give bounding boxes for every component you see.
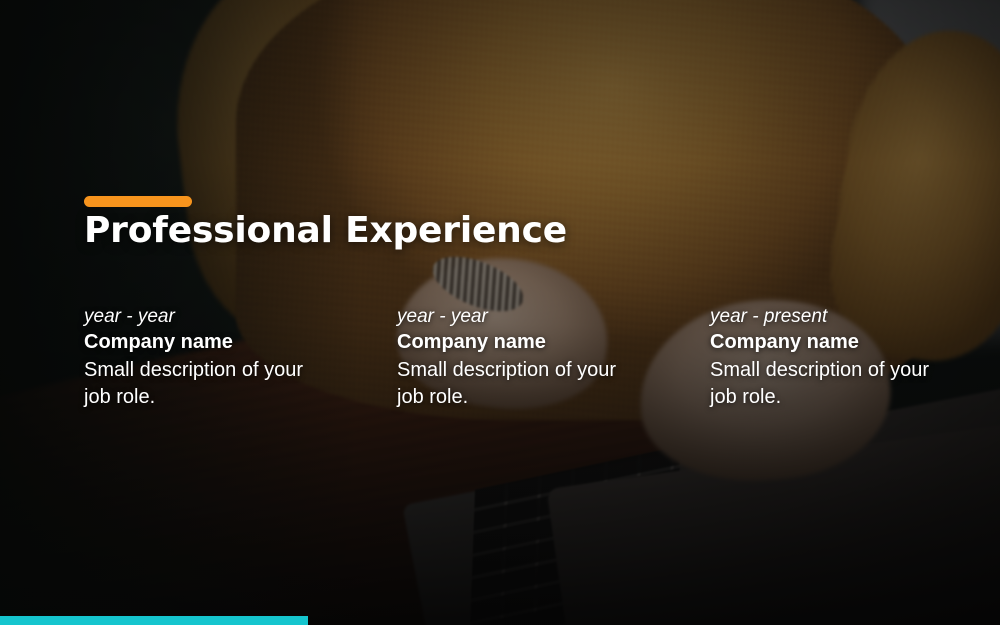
slide-content: Professional Experience year - year Comp… [0, 0, 1000, 625]
entry-description: Small description of your job role. [710, 358, 929, 409]
experience-entry-1: year - year Company name Small descripti… [84, 304, 397, 412]
entry-description: Small description of your job role. [397, 358, 616, 409]
entry-years: year - present [710, 306, 828, 327]
experience-entry-3: year - present Company name Small descri… [710, 304, 1000, 412]
title-accent-bar [84, 196, 192, 207]
page-title: Professional Experience [84, 210, 567, 251]
entry-years: year - year [397, 306, 488, 327]
bottom-accent-bar [0, 616, 308, 625]
entry-company-name: Company name [710, 331, 859, 354]
entry-years: year - year [84, 306, 175, 327]
entry-company-name: Company name [84, 331, 233, 354]
experience-columns: year - year Company name Small descripti… [84, 304, 944, 412]
entry-description: Small description of your job role. [84, 358, 303, 409]
entry-company-name: Company name [397, 331, 546, 354]
experience-entry-2: year - year Company name Small descripti… [397, 304, 710, 412]
slide-canvas: Professional Experience year - year Comp… [0, 0, 1000, 625]
